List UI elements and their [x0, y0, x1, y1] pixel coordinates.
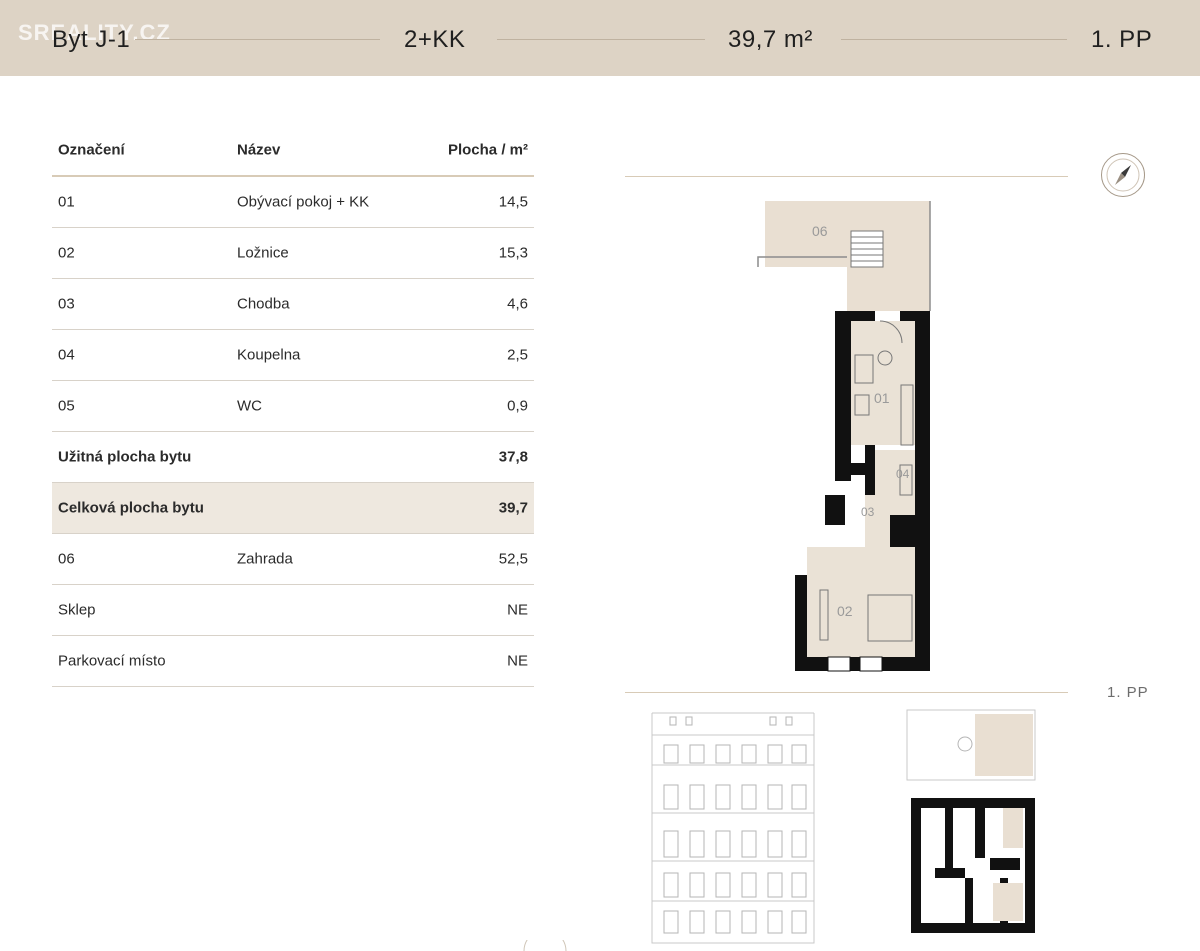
room-id: Sklep	[58, 601, 96, 619]
room-id: 05	[58, 397, 75, 415]
room-label: 04	[896, 467, 910, 481]
room-name: Chodba	[237, 295, 290, 313]
floor-plan	[757, 201, 931, 672]
room-label: 06	[812, 223, 828, 239]
table-row: 03 Chodba 4,6	[52, 279, 534, 330]
table-row: 05 WC 0,9	[52, 381, 534, 432]
unit-layout: 2+KK	[404, 26, 466, 53]
unit-area: 39,7 m²	[728, 26, 813, 53]
unit-floor: 1. PP	[1091, 26, 1153, 53]
table-row: Sklep NE	[52, 585, 534, 636]
room-label: 02	[837, 603, 853, 619]
plan-bottom-rule	[625, 692, 1068, 693]
column-header: Plocha / m²	[447, 141, 528, 158]
room-id: 04	[58, 346, 75, 364]
room-area: 0,9	[507, 397, 528, 415]
column-header: Název	[237, 141, 281, 158]
table-row: 01 Obývací pokoj + KK 14,5	[52, 177, 534, 228]
room-area: 15,3	[498, 244, 528, 262]
building-facade-drawing	[651, 712, 815, 944]
room-area: 52,5	[498, 550, 528, 568]
room-id: 01	[58, 193, 75, 211]
compass-icon	[1101, 153, 1145, 197]
room-id: 06	[58, 550, 75, 568]
room-name: WC	[237, 397, 262, 415]
table-header: Označení Název Plocha / m²	[52, 124, 534, 177]
room-area: 2,5	[507, 346, 528, 364]
building-plan-thumbnail	[906, 709, 1036, 933]
usable-area-row: Užitná plocha bytu 37,8	[52, 432, 534, 483]
table-row: 06 Zahrada 52,5	[52, 534, 534, 585]
usable-area-label: Užitná plocha bytu	[58, 448, 192, 466]
room-id: 03	[58, 295, 75, 313]
room-area: NE	[507, 601, 528, 619]
header-divider	[135, 39, 380, 40]
table-row: 04 Koupelna 2,5	[52, 330, 534, 381]
room-name: Ložnice	[237, 244, 289, 262]
header-divider	[841, 39, 1067, 40]
unit-title: Byt J-1	[52, 26, 131, 53]
header-bar: SREALITY.CZ Byt J-1 2+KK 39,7 m² 1. PP	[0, 0, 1200, 76]
room-area: 14,5	[498, 193, 528, 211]
table-row: 02 Ložnice 15,3	[52, 228, 534, 279]
room-area: NE	[507, 652, 528, 670]
room-name: Obývací pokoj + KK	[237, 193, 370, 211]
table-row: Parkovací místo NE	[52, 636, 534, 687]
room-area: 4,6	[507, 295, 528, 313]
usable-area-value: 37,8	[498, 448, 528, 466]
room-id: 02	[58, 244, 75, 262]
plan-top-rule	[625, 176, 1068, 177]
page-ornament	[523, 940, 567, 951]
room-name: Koupelna	[237, 346, 301, 364]
total-area-value: 39,7	[498, 499, 528, 517]
floor-label: 1. PP	[1107, 684, 1149, 701]
room-label: 03	[861, 505, 875, 519]
total-area-row: Celková plocha bytu 39,7	[52, 483, 534, 534]
room-table: Označení Název Plocha / m² 01 Obývací po…	[52, 124, 534, 687]
total-area-label: Celková plocha bytu	[58, 499, 204, 517]
room-label: 01	[874, 390, 890, 406]
room-name: Zahrada	[237, 550, 293, 568]
column-header: Označení	[58, 141, 125, 158]
room-id: Parkovací místo	[58, 652, 166, 670]
header-divider	[497, 39, 705, 40]
